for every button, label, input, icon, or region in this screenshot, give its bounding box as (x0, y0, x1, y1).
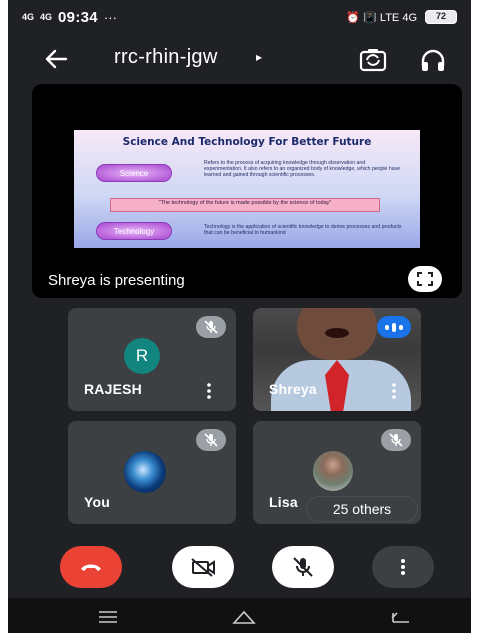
participant-name: Shreya (269, 381, 317, 397)
phone-hangup-icon (81, 564, 101, 571)
speaking-indicator (377, 316, 411, 338)
back-button[interactable] (40, 44, 72, 74)
mic-toggle-button[interactable] (272, 546, 334, 588)
participant-name: Lisa (269, 494, 298, 510)
switch-camera-icon (359, 49, 387, 72)
home-icon (232, 610, 256, 624)
nav-home-button[interactable] (224, 606, 264, 628)
status-bar: 4G 4G 09:34 ··· ⏰ 📳 LTE 4G 72 (8, 0, 471, 34)
slide-title: Science And Technology For Better Future (122, 136, 372, 148)
status-left: 4G 4G 09:34 ··· (22, 9, 117, 26)
others-count-badge[interactable]: 25 others (307, 497, 417, 521)
headphones-icon (421, 49, 445, 71)
more-vertical-icon[interactable] (206, 383, 212, 399)
menu-icon (99, 611, 117, 623)
mic-off-icon (389, 433, 403, 447)
speaking-bar (399, 324, 403, 330)
back-icon (391, 612, 409, 623)
avatar: R (124, 338, 160, 374)
network-indicator-2: 4G (40, 11, 53, 22)
participant-tile-rajesh[interactable]: R RAJESH (68, 308, 236, 411)
camera-toggle-button[interactable] (172, 546, 234, 588)
meeting-code[interactable]: rrc-rhin-jgw (114, 46, 218, 69)
shared-slide: Science And Technology For Better Future… (74, 130, 420, 248)
slide-pill-technology: Technology (96, 222, 172, 240)
audio-output-button[interactable] (418, 46, 448, 74)
battery-icon: 72 (425, 10, 457, 24)
network-indicator-1: 4G (22, 11, 35, 22)
slide-technology-text: Technology is the application of scienti… (204, 224, 402, 236)
meeting-details-arrow[interactable]: ▸ (256, 50, 262, 64)
meeting-top-bar: rrc-rhin-jgw ▸ (8, 36, 471, 82)
nav-menu-button[interactable] (88, 606, 128, 628)
fullscreen-icon (417, 272, 433, 286)
system-nav-bar (8, 598, 471, 633)
slide-quote: "The technology of the future is made po… (110, 198, 380, 212)
presentation-tile[interactable]: Science And Technology For Better Future… (32, 84, 462, 298)
more-options-button[interactable] (372, 546, 434, 588)
participant-name: RAJESH (84, 381, 142, 397)
participant-tile-lisa[interactable]: Lisa 25 others (253, 421, 421, 524)
status-more: ··· (103, 9, 117, 25)
muted-badge (381, 429, 411, 451)
speaking-bar (392, 322, 396, 332)
mic-off-icon (204, 433, 218, 447)
avatar (313, 451, 353, 491)
muted-badge (196, 429, 226, 451)
speaking-bar (385, 324, 389, 330)
mic-off-icon (204, 320, 218, 334)
camera-off-icon (191, 558, 215, 577)
fullscreen-button[interactable] (408, 266, 442, 292)
switch-camera-button[interactable] (358, 46, 388, 74)
status-icons: ⏰ 📳 LTE 4G (346, 11, 417, 24)
slide-science-text: Refers to the process of acquiring knowl… (204, 160, 401, 178)
participant-tile-shreya[interactable]: Shreya (253, 308, 421, 411)
participant-tile-you[interactable]: You (68, 421, 236, 524)
phone-screen: 4G 4G 09:34 ··· ⏰ 📳 LTE 4G 72 rrc-rhin-j… (8, 0, 471, 633)
more-vertical-icon[interactable] (391, 383, 397, 399)
video-mouth (325, 328, 349, 338)
presenting-label: Shreya is presenting (48, 272, 185, 289)
more-vertical-icon (401, 559, 405, 575)
slide-pill-science: Science (96, 164, 172, 182)
nav-back-button[interactable] (380, 606, 420, 628)
end-call-button[interactable] (60, 546, 122, 588)
muted-badge (196, 316, 226, 338)
status-right: ⏰ 📳 LTE 4G 72 (346, 10, 457, 24)
arrow-left-icon (45, 49, 68, 69)
participant-name: You (84, 494, 111, 510)
mic-off-icon (293, 557, 313, 577)
avatar (124, 451, 166, 493)
clock: 09:34 (58, 8, 98, 26)
